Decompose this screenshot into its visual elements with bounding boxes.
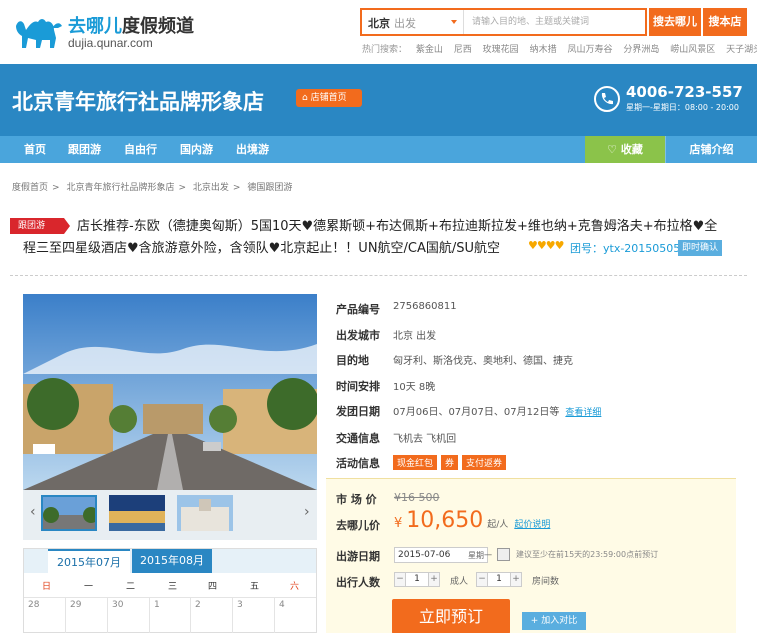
thumbnail[interactable] <box>177 495 233 531</box>
favorite-button[interactable]: ♡ 收藏 <box>585 136 665 163</box>
book-now-button[interactable]: 立即预订 <box>392 599 510 633</box>
booking-hint: 建议至少在前15天的23:59:00点前预订 <box>516 550 659 559</box>
home-icon: ⌂ <box>302 93 311 103</box>
hot-search: 热门搜索： 紫金山 尼西 玫瑰花园 纳木措 凤山万寿谷 分界洲岛 崂山风景区 天… <box>362 42 757 55</box>
shop-home-button[interactable]: ⌂ 店铺首页 <box>296 89 362 107</box>
view-details-link[interactable]: 查看详细 <box>565 408 601 418</box>
phone-icon <box>594 86 620 112</box>
top-bar: 去哪儿度假频道 dujia.qunar.com 北京出发 搜去哪儿 搜本店 热门… <box>0 0 757 64</box>
plus-icon[interactable]: + <box>510 572 522 587</box>
phone-number: 4006-723-557 <box>626 83 743 101</box>
product-title-line2: 程三至四星级酒店♥含旅游意外险，含领队♥北京起止！！UN航空/CA国航/SU航空 <box>23 241 501 256</box>
instant-confirm-badge: 即时确认 <box>678 240 722 256</box>
breadcrumb-item[interactable]: 北京出发 <box>193 183 229 193</box>
promo-badge[interactable]: 券 <box>441 455 459 470</box>
calendar-date[interactable]: 1 <box>154 600 160 610</box>
camel-logo-icon <box>16 19 62 48</box>
qunar-price: ¥10,650 起/人 起价说明 <box>394 508 551 533</box>
promo-badge[interactable]: 现金红包 <box>393 455 438 470</box>
search-button[interactable]: 搜去哪儿 <box>649 8 701 36</box>
qunar-logo[interactable]: 去哪儿度假频道 dujia.qunar.com <box>12 10 194 54</box>
chevron-down-icon <box>451 20 457 24</box>
city-select[interactable]: 北京 出发 <box>362 10 464 34</box>
breadcrumb-item[interactable]: 北京青年旅行社品牌形象店 <box>66 183 174 193</box>
logo-domain: dujia.qunar.com <box>68 36 153 50</box>
hot-term[interactable]: 天子湖头 <box>726 45 757 55</box>
search-input[interactable] <box>466 10 642 34</box>
hot-term[interactable]: 尼西 <box>454 45 472 55</box>
group-number: 团号：ytx-20150505 <box>570 242 681 255</box>
add-compare-button[interactable]: + 加入对比 <box>522 612 586 630</box>
nav-group-tour[interactable]: 跟团游 <box>68 136 101 163</box>
nav-domestic[interactable]: 国内游 <box>180 136 213 163</box>
hot-term[interactable]: 崂山风景区 <box>670 45 715 55</box>
shop-intro-button[interactable]: 店铺介绍 <box>665 136 757 163</box>
price-explain-link[interactable]: 起价说明 <box>514 520 550 530</box>
departure-calendar: 2015年07月 2015年08月 日 一 二 三 四 五 六 28 29 30… <box>23 548 317 633</box>
nav-home[interactable]: 首页 <box>24 136 46 163</box>
logo-title: 去哪儿度假频道 <box>68 16 194 37</box>
breadcrumb-item[interactable]: 度假首页 <box>12 183 48 193</box>
adults-stepper: − 1 + <box>394 572 440 587</box>
hot-term[interactable]: 紫金山 <box>416 45 443 55</box>
calendar-icon[interactable] <box>497 548 510 561</box>
minus-icon[interactable]: − <box>476 572 488 587</box>
calendar-tab-july[interactable]: 2015年07月 <box>48 549 130 573</box>
nav-outbound[interactable]: 出境游 <box>236 136 269 163</box>
hot-term[interactable]: 玫瑰花园 <box>483 45 519 55</box>
weekday-text: 星期一 <box>468 551 492 560</box>
calendar-date[interactable]: 4 <box>279 600 285 610</box>
promo-badge[interactable]: 支付返券 <box>462 455 507 470</box>
calendar-weekdays: 日 一 二 三 四 五 六 <box>42 582 300 592</box>
calendar-date[interactable]: 2 <box>195 600 201 610</box>
price-box: 市 场 价 ¥16 500 去哪儿价 ¥10,650 起/人 起价说明 出游日期 2… <box>326 478 736 633</box>
calendar-dates: 28 29 30 1 2 3 4 <box>24 597 316 633</box>
thumbnail[interactable] <box>41 495 97 531</box>
calendar-tab-august[interactable]: 2015年08月 <box>132 549 212 573</box>
shop-name: 北京青年旅行社品牌形象店 <box>12 90 264 114</box>
nav-free-travel[interactable]: 自由行 <box>124 136 157 163</box>
market-price: ¥16 500 <box>394 491 440 504</box>
favorite-icon: ♡ <box>607 143 621 156</box>
plus-icon[interactable]: + <box>428 572 440 587</box>
product-title-box: 跟团游 店长推荐-东欧（德捷奥匈斯）5国10天♥德累斯顿+布达佩斯+布拉迪斯拉发… <box>0 205 757 277</box>
breadcrumb: 度假首页 > 北京青年旅行社品牌形象店 > 北京出发 > 德国跟团游 <box>12 183 293 193</box>
calendar-date[interactable]: 30 <box>112 600 123 610</box>
minus-icon[interactable]: − <box>394 572 406 587</box>
rooms-stepper: − 1 + <box>476 572 522 587</box>
shop-banner: 北京青年旅行社品牌形象店 ⌂ 店铺首页 4006-723-557 星期一-星期日… <box>0 64 757 136</box>
product-title-line1: 店长推荐-东欧（德捷奥匈斯）5国10天♥德累斯顿+布达佩斯+布拉迪斯拉发+维也纳… <box>77 219 718 234</box>
chevron-right-icon[interactable]: › <box>304 504 310 520</box>
search-shop-button[interactable]: 搜本店 <box>703 8 747 36</box>
rating-icon: ♥♥♥♥ <box>528 239 564 252</box>
divider <box>10 275 747 276</box>
thumbnail[interactable] <box>109 495 165 531</box>
product-type-tag: 跟团游 <box>10 218 70 234</box>
service-hours: 星期一-星期日：08:00 - 20:00 <box>626 103 739 112</box>
thumbnail-strip: ‹ › <box>23 490 317 536</box>
photo-gallery: ‹ › <box>23 294 317 540</box>
hot-term[interactable]: 凤山万寿谷 <box>567 45 612 55</box>
main-photo[interactable] <box>23 294 317 490</box>
search-box: 北京 出发 <box>360 8 647 36</box>
calendar-date[interactable]: 29 <box>70 600 81 610</box>
calendar-date[interactable]: 3 <box>237 600 243 610</box>
hot-term[interactable]: 分界洲岛 <box>623 45 659 55</box>
chevron-left-icon[interactable]: ‹ <box>30 504 36 520</box>
hot-term[interactable]: 纳木措 <box>530 45 557 55</box>
calendar-date[interactable]: 28 <box>28 600 39 610</box>
breadcrumb-item[interactable]: 德国跟团游 <box>247 183 292 193</box>
